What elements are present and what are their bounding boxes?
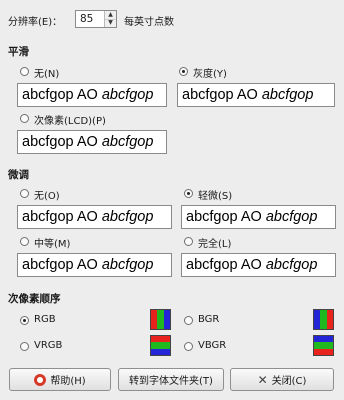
hinting-medium-label[interactable]: 中等(M) [34,235,70,250]
smoothing-none-label[interactable]: 无(N) [34,65,59,80]
subpixel-vrgb-swatch [150,335,171,356]
swatch-red [314,348,333,355]
smoothing-grayscale-label[interactable]: 灰度(Y) [193,65,227,80]
hinting-slight-label[interactable]: 轻微(S) [198,187,232,202]
smoothing-subpixel-label[interactable]: 次像素(LCD)(P) [34,112,106,127]
hinting-slight-radio[interactable] [184,189,193,198]
help-button[interactable]: 帮助(H) [9,368,111,391]
resolution-value[interactable]: 85 [80,13,93,25]
hinting-none-label[interactable]: 无(O) [34,187,60,202]
resolution-spinbutton[interactable]: 85 ▲ ▼ [75,10,117,28]
subpixel-bgr-label[interactable]: BGR [198,314,219,325]
close-button-label: 关闭(C) [271,376,307,387]
spin-down-icon[interactable]: ▼ [105,19,116,27]
resolution-unit: 每英寸点数 [124,17,174,28]
hinting-slight-preview: abcfgop AO abcfgop [181,205,336,229]
subpixel-vrgb-label[interactable]: VRGB [34,340,62,351]
subpixel-bgr-swatch [313,309,334,330]
hinting-medium-preview: abcfgop AO abcfgop [17,253,172,277]
smoothing-subpixel-preview: abcfgop AO abcfgop [17,130,167,154]
goto-fonts-folder-button[interactable]: 转到字体文件夹(T) [118,368,224,391]
smoothing-none-preview: abcfgop AO abcfgop [17,83,167,107]
swatch-blue [151,348,170,355]
swatch-red [326,310,333,329]
hinting-full-label[interactable]: 完全(L) [198,235,231,250]
subpixel-rgb-swatch [150,309,171,330]
smoothing-subpixel-radio[interactable] [20,114,29,123]
smoothing-heading: 平滑 [8,46,29,58]
goto-fonts-folder-label: 转到字体文件夹(T) [129,376,213,387]
resolution-label: 分辨率(E)： [8,17,63,28]
smoothing-grayscale-radio[interactable] [179,67,188,76]
subpixel-vrgb-radio[interactable] [20,342,29,351]
subpixel-rgb-label[interactable]: RGB [34,314,56,325]
hinting-none-preview: abcfgop AO abcfgop [17,205,172,229]
hinting-full-radio[interactable] [184,237,193,246]
subpixel-bgr-radio[interactable] [184,316,193,325]
subpixel-heading: 次像素顺序 [8,293,61,305]
subpixel-vbgr-radio[interactable] [184,342,193,351]
subpixel-rgb-radio[interactable] [20,316,29,325]
subpixel-vbgr-swatch [313,335,334,356]
subpixel-vbgr-label[interactable]: VBGR [198,340,226,351]
lifebuoy-icon [34,373,47,386]
close-button[interactable]: ✕ 关闭(C) [230,368,334,391]
swatch-blue [163,310,170,329]
hinting-full-preview: abcfgop AO abcfgop [181,253,336,277]
hinting-none-radio[interactable] [20,189,29,198]
help-button-label: 帮助(H) [50,376,86,387]
smoothing-none-radio[interactable] [20,67,29,76]
hinting-heading: 微调 [8,169,29,181]
close-icon: ✕ [257,372,268,387]
hinting-medium-radio[interactable] [20,237,29,246]
smoothing-grayscale-preview: abcfgop AO abcfgop [177,83,335,107]
